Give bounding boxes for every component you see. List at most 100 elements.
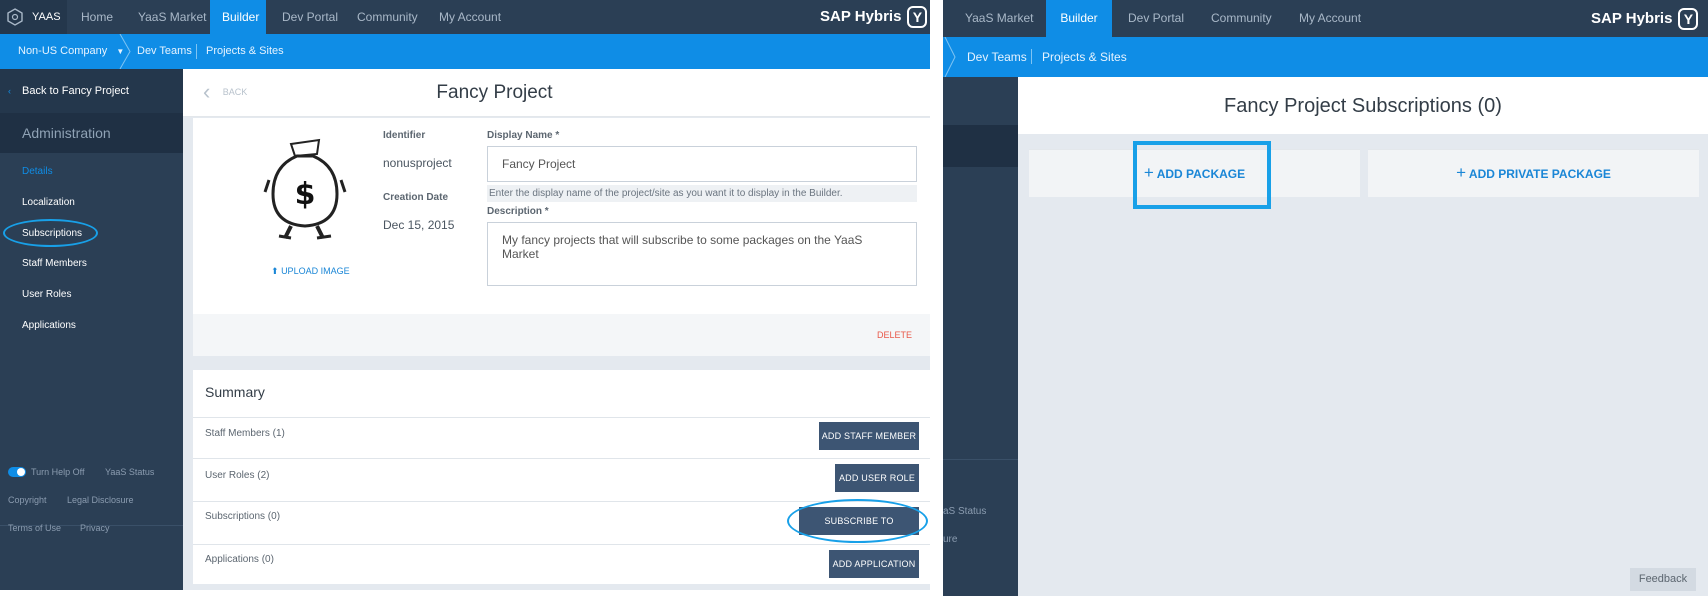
back-to-project-link[interactable]: ‹ Back to Fancy Project bbox=[0, 69, 183, 113]
nav-yaas-market[interactable]: YaaS Market bbox=[953, 0, 1045, 37]
nav-builder[interactable]: Builder bbox=[1046, 0, 1112, 37]
upload-image-label: UPLOAD IMAGE bbox=[281, 266, 350, 276]
row-divider bbox=[193, 544, 930, 545]
page-title: Fancy Project bbox=[436, 82, 553, 103]
sidebar-item-staff-members[interactable]: Staff Members bbox=[22, 258, 87, 269]
nav-my-account[interactable]: My Account bbox=[1287, 0, 1373, 37]
sidebar-divider bbox=[943, 459, 1018, 460]
brand-text: SAP Hybris bbox=[820, 8, 902, 25]
legal-link-partial[interactable]: ure bbox=[943, 534, 957, 545]
company-name: Non-US Company bbox=[18, 45, 108, 57]
sidebar-section-partial bbox=[943, 125, 1018, 167]
privacy-link[interactable]: Privacy bbox=[80, 523, 110, 533]
logo-text: YAAS bbox=[32, 11, 61, 23]
breadcrumb-projects-sites[interactable]: Projects & Sites bbox=[1042, 37, 1127, 77]
back-to-project-label: Back to Fancy Project bbox=[22, 85, 129, 97]
subscriptions-summary: Subscriptions (0) bbox=[205, 511, 281, 522]
nav-home[interactable]: Home bbox=[69, 0, 125, 34]
summary-panel: Summary Staff Members (1) ADD STAFF MEMB… bbox=[193, 370, 930, 584]
brand-logo[interactable]: SAP Hybris Y bbox=[1591, 0, 1699, 37]
logo-area[interactable]: YAAS bbox=[0, 0, 67, 34]
subscribe-highlight-ring bbox=[787, 499, 928, 543]
top-navigation: YAAS Home YaaS Market Builder Dev Portal… bbox=[0, 0, 930, 34]
sidebar-item-localization[interactable]: Localization bbox=[22, 197, 75, 208]
add-application-button[interactable]: ADD APPLICATION bbox=[829, 550, 919, 578]
nav-dev-portal[interactable]: Dev Portal bbox=[1116, 0, 1196, 37]
money-bag-image[interactable]: $ bbox=[261, 132, 349, 242]
row-divider bbox=[193, 417, 930, 418]
sidebar-partial: aS Status ure bbox=[943, 77, 1018, 596]
nav-community[interactable]: Community bbox=[1199, 0, 1284, 37]
brand-logo[interactable]: SAP Hybris Y bbox=[820, 0, 928, 34]
legal-disclosure-link[interactable]: Legal Disclosure bbox=[67, 495, 134, 505]
breadcrumb-dev-teams[interactable]: Dev Teams bbox=[967, 37, 1027, 77]
add-private-package-button[interactable]: + ADD PRIVATE PACKAGE bbox=[1368, 149, 1699, 197]
chevron-left-icon: ‹ bbox=[8, 86, 11, 96]
brand-text: SAP Hybris bbox=[1591, 10, 1673, 27]
nav-dev-portal[interactable]: Dev Portal bbox=[270, 0, 350, 34]
subscriptions-highlight-ring bbox=[3, 219, 98, 247]
details-panel: $ ⬆ UPLOAD IMAGE Identifier nonusproject… bbox=[193, 118, 930, 356]
brand-mark-icon: Y bbox=[1678, 8, 1699, 31]
page-title: Fancy Project Subscriptions (0) bbox=[1224, 95, 1502, 117]
staff-members-summary: Staff Members (1) bbox=[205, 428, 285, 439]
brand-mark-icon: Y bbox=[907, 6, 928, 29]
breadcrumb: Non-US Company ▼ Dev Teams Projects & Si… bbox=[0, 34, 930, 69]
right-screenshot: YaaS Market Builder Dev Portal Community… bbox=[943, 0, 1708, 596]
description-field[interactable]: My fancy projects that will subscribe to… bbox=[487, 222, 917, 286]
yaas-status-link[interactable]: YaaS Status bbox=[105, 467, 154, 477]
yaas-logo-icon bbox=[6, 8, 24, 26]
page-header: ‹ BACK Fancy Project bbox=[183, 69, 930, 117]
left-screenshot: YAAS Home YaaS Market Builder Dev Portal… bbox=[0, 0, 930, 590]
creation-date-label: Creation Date bbox=[383, 192, 449, 203]
top-navigation: YaaS Market Builder Dev Portal Community… bbox=[943, 0, 1708, 37]
breadcrumb: Dev Teams Projects & Sites bbox=[943, 37, 1708, 77]
summary-title: Summary bbox=[205, 384, 265, 400]
money-bag-icon: $ bbox=[263, 138, 347, 240]
breadcrumb-projects-sites[interactable]: Projects & Sites bbox=[206, 34, 284, 69]
company-dropdown[interactable]: Non-US Company ▼ bbox=[18, 34, 124, 69]
svg-text:$: $ bbox=[295, 177, 316, 212]
yaas-status-link-partial[interactable]: aS Status bbox=[943, 506, 986, 517]
feedback-button[interactable]: Feedback bbox=[1630, 568, 1696, 591]
add-private-package-label: ADD PRIVATE PACKAGE bbox=[1468, 167, 1611, 181]
delete-bar: DELETE bbox=[193, 314, 930, 356]
page-header: Fancy Project Subscriptions (0) bbox=[1018, 77, 1708, 134]
help-toggle-label[interactable]: Turn Help Off bbox=[31, 467, 85, 477]
sidebar-item-user-roles[interactable]: User Roles bbox=[22, 289, 71, 300]
description-label: Description * bbox=[487, 206, 549, 217]
add-user-role-button[interactable]: ADD USER ROLE bbox=[835, 464, 919, 492]
breadcrumb-chevron-icon bbox=[944, 37, 956, 77]
upload-icon: ⬆ bbox=[271, 266, 279, 276]
nav-my-account[interactable]: My Account bbox=[427, 0, 513, 34]
nav-yaas-market[interactable]: YaaS Market bbox=[126, 0, 218, 34]
breadcrumb-dev-teams[interactable]: Dev Teams bbox=[137, 34, 192, 69]
copyright-link[interactable]: Copyright bbox=[8, 495, 47, 505]
display-name-label: Display Name * bbox=[487, 130, 560, 141]
sidebar-section-administration: Administration bbox=[0, 113, 183, 153]
upload-image-link[interactable]: ⬆ UPLOAD IMAGE bbox=[271, 266, 350, 277]
delete-button[interactable]: DELETE bbox=[877, 330, 912, 340]
display-name-field[interactable]: Fancy Project bbox=[487, 146, 917, 182]
row-divider bbox=[193, 458, 930, 459]
applications-summary: Applications (0) bbox=[205, 554, 274, 565]
breadcrumb-separator bbox=[1031, 49, 1032, 64]
breadcrumb-chevron-icon bbox=[119, 34, 131, 69]
breadcrumb-separator bbox=[196, 44, 197, 59]
creation-date-value: Dec 15, 2015 bbox=[383, 218, 455, 232]
sidebar: ‹ Back to Fancy Project Administration D… bbox=[0, 69, 183, 590]
display-name-hint: Enter the display name of the project/si… bbox=[487, 185, 917, 202]
nav-builder[interactable]: Builder bbox=[210, 0, 266, 34]
toggle-knob bbox=[17, 468, 25, 476]
plus-icon: + bbox=[1456, 163, 1467, 182]
sidebar-item-applications[interactable]: Applications bbox=[22, 320, 76, 331]
terms-link[interactable]: Terms of Use bbox=[8, 523, 61, 533]
user-roles-summary: User Roles (2) bbox=[205, 470, 270, 481]
help-toggle[interactable] bbox=[8, 467, 26, 477]
sidebar-item-details[interactable]: Details bbox=[22, 166, 53, 177]
nav-community[interactable]: Community bbox=[345, 0, 430, 34]
identifier-value: nonusproject bbox=[383, 156, 452, 170]
add-staff-member-button[interactable]: ADD STAFF MEMBER bbox=[819, 422, 919, 450]
add-package-highlight bbox=[1133, 141, 1271, 209]
identifier-label: Identifier bbox=[383, 130, 426, 141]
